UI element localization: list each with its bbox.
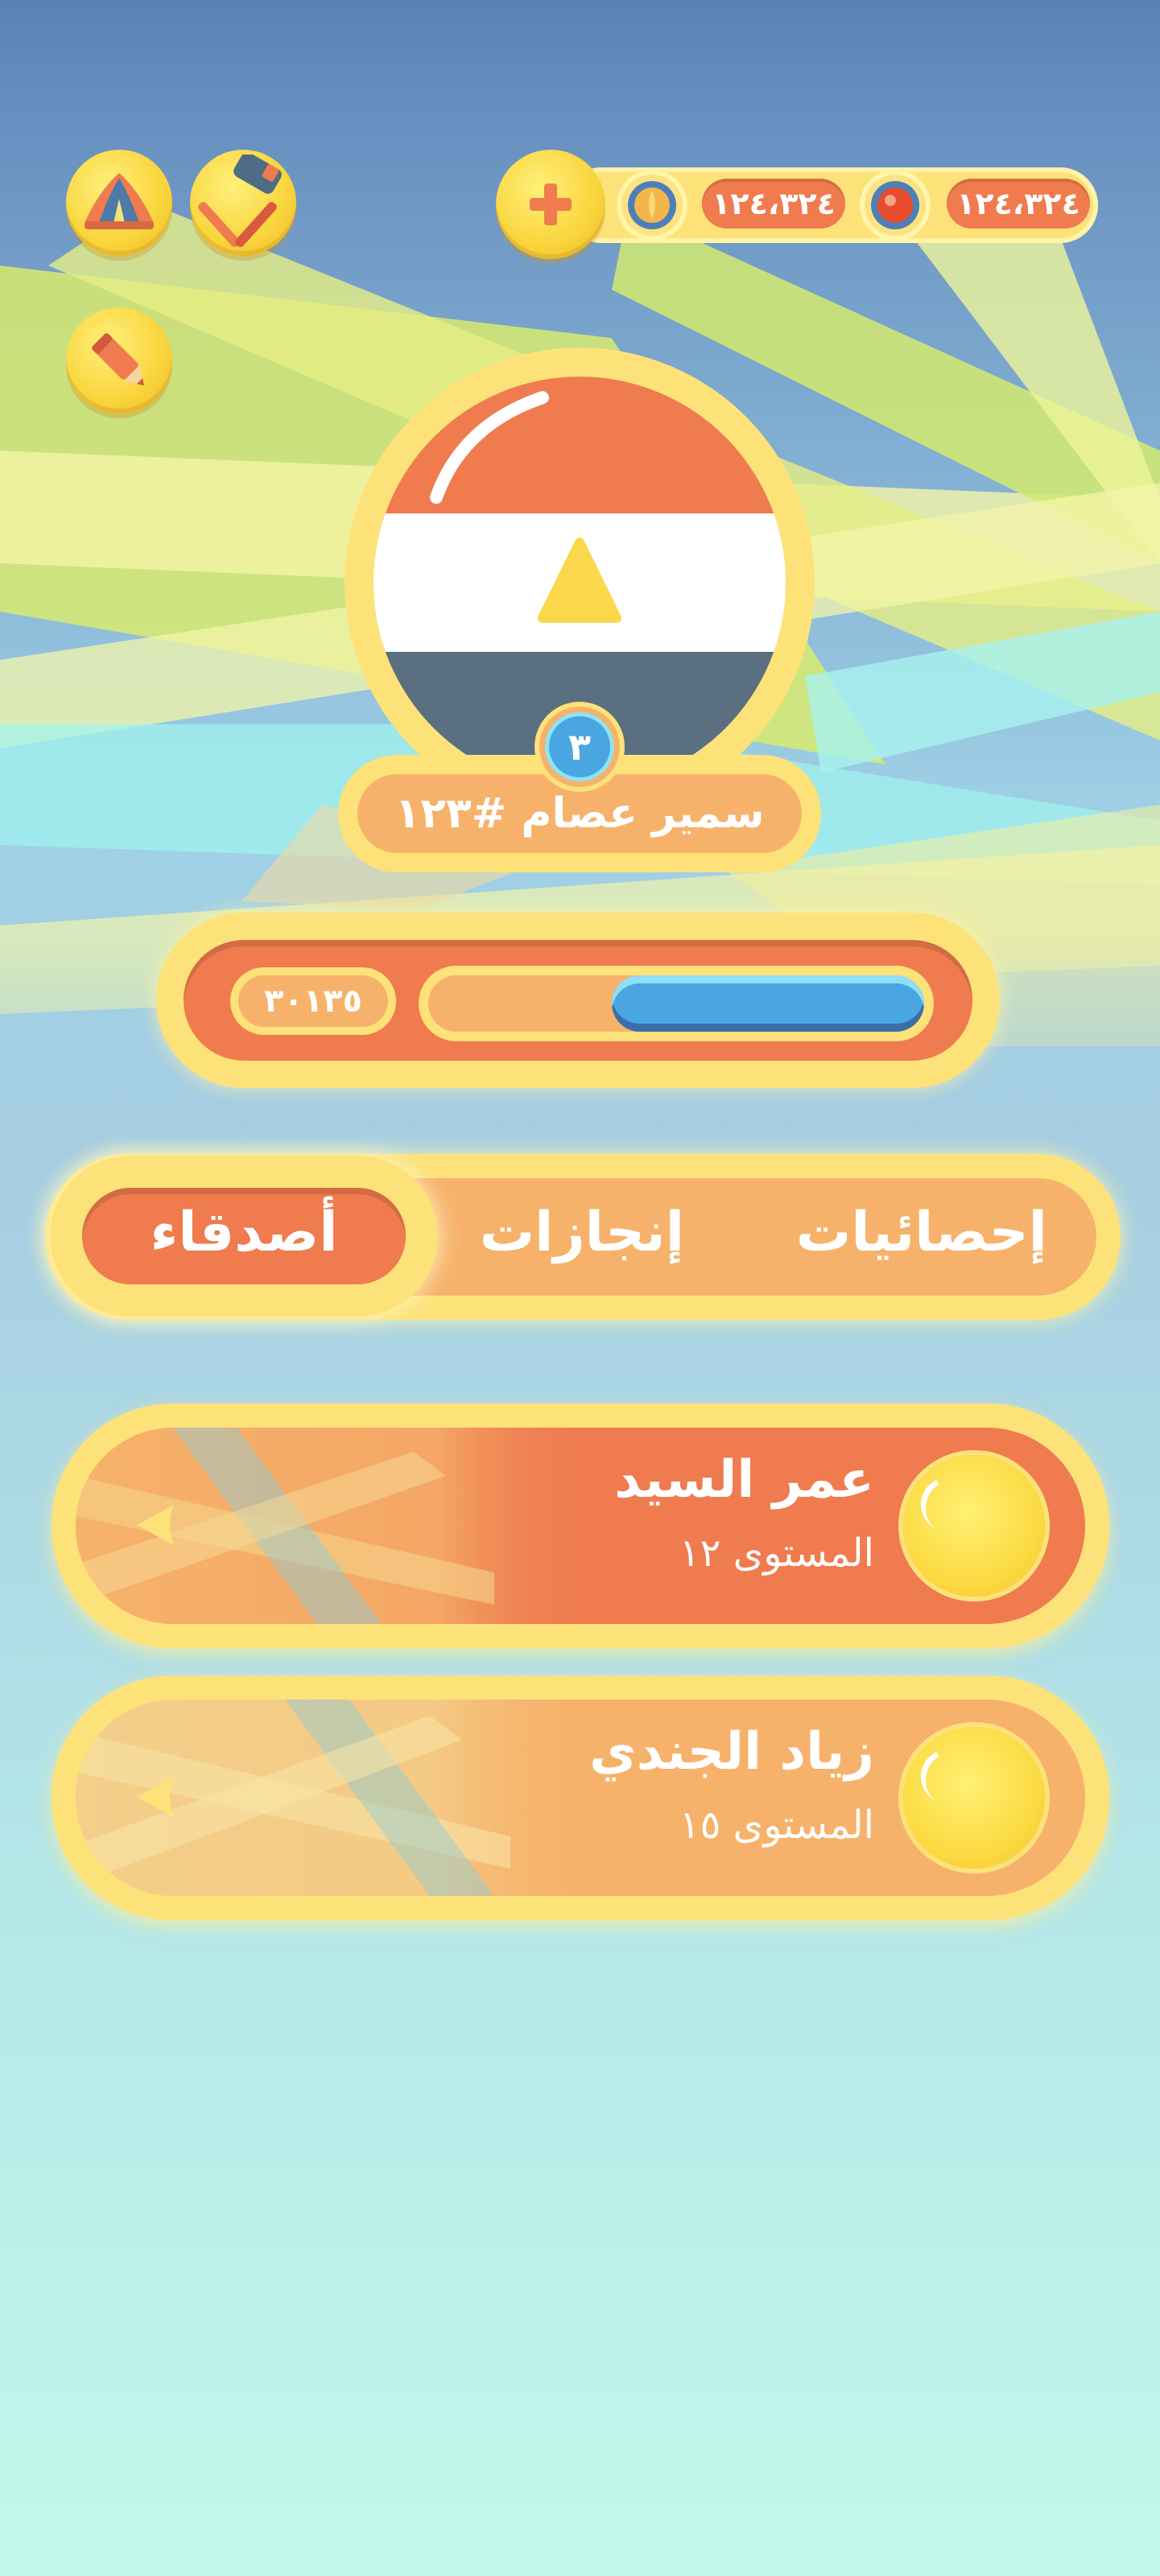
friend-level: المستوى ١٢ bbox=[679, 1531, 874, 1576]
friend-row-inner: عمر السيد المستوى ١٢ bbox=[76, 1428, 1085, 1624]
xp-track bbox=[428, 975, 924, 1032]
friend-level: المستوى ١٥ bbox=[679, 1803, 874, 1848]
level-badge: ٣ bbox=[539, 707, 620, 787]
friend-name: زياد الجندي bbox=[589, 1722, 874, 1782]
friend-avatar bbox=[903, 1455, 1045, 1597]
tent-icon bbox=[85, 173, 154, 229]
friend-avatar bbox=[903, 1727, 1045, 1869]
tab-statistics[interactable]: إحصائيات bbox=[789, 1201, 1055, 1264]
coin-icon-holder bbox=[621, 175, 683, 236]
red-gem-icon bbox=[871, 181, 919, 229]
tab-friends[interactable]: أصدقاء bbox=[82, 1188, 406, 1284]
xp-value-frame: ٣٠١٣٥ bbox=[230, 967, 396, 1035]
friend-row-inner: زياد الجندي المستوى ١٥ bbox=[76, 1700, 1085, 1896]
plus-icon bbox=[530, 183, 572, 225]
gem-icon-holder bbox=[865, 175, 926, 236]
level-number: ٣ bbox=[549, 716, 610, 777]
edit-profile-button[interactable] bbox=[66, 307, 172, 414]
arrow-left-icon[interactable] bbox=[134, 1772, 182, 1822]
tab-achievements[interactable]: إنجازات bbox=[480, 1201, 684, 1264]
tab-friends-label: أصدقاء bbox=[150, 1201, 338, 1264]
coins-value: ١٢٤،٣٢٤ bbox=[702, 179, 845, 229]
gems-value: ١٢٤،٣٢٤ bbox=[947, 179, 1090, 229]
gold-coin-icon bbox=[628, 181, 676, 229]
friend-name: عمر السيد bbox=[614, 1450, 874, 1510]
hammer-icon bbox=[198, 155, 282, 247]
pencil-icon bbox=[92, 333, 145, 386]
xp-fill bbox=[611, 975, 924, 1032]
friend-row[interactable]: زياد الجندي المستوى ١٥ bbox=[52, 1675, 1109, 1920]
friend-row[interactable]: عمر السيد المستوى ١٢ bbox=[52, 1403, 1109, 1648]
hammer-button[interactable] bbox=[190, 150, 296, 256]
tent-button[interactable] bbox=[66, 150, 172, 256]
xp-track-frame bbox=[419, 966, 934, 1041]
xp-value: ٣٠١٣٥ bbox=[238, 975, 388, 1027]
add-currency-button[interactable] bbox=[496, 150, 605, 259]
arrow-left-icon[interactable] bbox=[134, 1500, 182, 1550]
